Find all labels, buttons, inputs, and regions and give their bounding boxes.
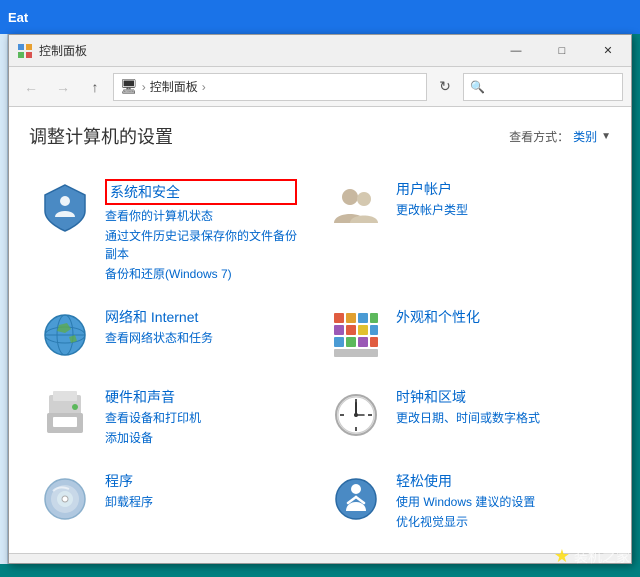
- maximize-button[interactable]: □: [539, 35, 585, 67]
- category-appearance: 外观和个性化: [320, 295, 611, 375]
- ease-access-sub2[interactable]: 优化视觉显示: [396, 513, 535, 531]
- ease-access-icon: [328, 471, 384, 527]
- view-mode-value[interactable]: 类别: [573, 128, 597, 145]
- system-security-sub1[interactable]: 查看你的计算机状态: [105, 207, 297, 225]
- path-icon: 🖥: [120, 78, 138, 95]
- programs-sub1[interactable]: 卸载程序: [105, 493, 153, 511]
- network-icon: [37, 307, 93, 363]
- programs-info: 程序 卸载程序: [105, 471, 153, 511]
- network-info: 网络和 Internet 查看网络状态和任务: [105, 307, 213, 347]
- programs-icon: [37, 471, 93, 527]
- category-hardware: 硬件和声音 查看设备和打印机 添加设备: [29, 375, 320, 459]
- watermark: ★ 装机之家: [554, 546, 630, 567]
- user-accounts-title[interactable]: 用户帐户: [396, 179, 468, 199]
- title-text: 控制面板: [39, 42, 87, 59]
- appearance-icon: [328, 307, 384, 363]
- path-separator: ›: [142, 80, 146, 94]
- search-box[interactable]: 🔍: [463, 73, 623, 101]
- user-accounts-icon: [328, 179, 384, 235]
- ease-access-sub1[interactable]: 使用 Windows 建议的设置: [396, 493, 535, 511]
- hardware-icon: [37, 387, 93, 443]
- view-mode-label: 查看方式：: [509, 128, 569, 145]
- forward-button[interactable]: →: [49, 73, 77, 101]
- minimize-button[interactable]: —: [493, 35, 539, 67]
- ease-access-info: 轻松使用 使用 Windows 建议的设置 优化视觉显示: [396, 471, 535, 531]
- category-ease-access: 轻松使用 使用 Windows 建议的设置 优化视觉显示: [320, 459, 611, 543]
- user-accounts-info: 用户帐户 更改帐户类型: [396, 179, 468, 219]
- category-system-security: 系统和安全 查看你的计算机状态 通过文件历史记录保存你的文件备份副本 备份和还原…: [29, 167, 320, 295]
- appearance-title[interactable]: 外观和个性化: [396, 307, 480, 327]
- appearance-info: 外观和个性化: [396, 307, 480, 327]
- path-segment: 控制面板: [150, 78, 198, 95]
- left-sidebar: [0, 34, 8, 564]
- watermark-star: ★: [554, 546, 570, 567]
- refresh-button[interactable]: ↻: [431, 73, 459, 101]
- content-area: 调整计算机的设置 查看方式： 类别 ▼: [9, 107, 631, 563]
- window-icon: [17, 43, 33, 59]
- control-panel-window: 控制面板 — □ ✕ ← → ↑ 🖥 › 控制面板 › ↻ 🔍 调整计算机的设置…: [8, 34, 632, 564]
- network-sub1[interactable]: 查看网络状态和任务: [105, 329, 213, 347]
- title-bar: 控制面板 — □ ✕: [9, 35, 631, 67]
- content-header: 调整计算机的设置 查看方式： 类别 ▼: [9, 107, 631, 157]
- address-bar: ← → ↑ 🖥 › 控制面板 › ↻ 🔍: [9, 67, 631, 107]
- system-security-title[interactable]: 系统和安全: [105, 179, 297, 205]
- address-path[interactable]: 🖥 › 控制面板 ›: [113, 73, 427, 101]
- watermark-text: 装机之家: [574, 547, 630, 567]
- taskbar-top: Eat: [0, 0, 640, 34]
- clock-icon: [328, 387, 384, 443]
- taskbar-label: Eat: [8, 10, 28, 25]
- system-security-sub3[interactable]: 备份和还原(Windows 7): [105, 265, 297, 283]
- close-button[interactable]: ✕: [585, 35, 631, 67]
- clock-info: 时钟和区域 更改日期、时间或数字格式: [396, 387, 540, 427]
- system-security-info: 系统和安全 查看你的计算机状态 通过文件历史记录保存你的文件备份副本 备份和还原…: [105, 179, 297, 283]
- system-security-sub2[interactable]: 通过文件历史记录保存你的文件备份副本: [105, 227, 297, 263]
- category-grid: 系统和安全 查看你的计算机状态 通过文件历史记录保存你的文件备份副本 备份和还原…: [9, 157, 631, 553]
- view-dropdown-icon[interactable]: ▼: [601, 131, 611, 142]
- category-programs: 程序 卸载程序: [29, 459, 320, 543]
- search-icon: 🔍: [470, 80, 485, 94]
- hardware-sub2[interactable]: 添加设备: [105, 429, 201, 447]
- view-mode-selector: 查看方式： 类别 ▼: [509, 128, 611, 145]
- page-title: 调整计算机的设置: [29, 123, 173, 149]
- category-user-accounts: 用户帐户 更改帐户类型: [320, 167, 611, 295]
- category-network: 网络和 Internet 查看网络状态和任务: [29, 295, 320, 375]
- network-title[interactable]: 网络和 Internet: [105, 307, 213, 327]
- title-controls: — □ ✕: [493, 35, 631, 67]
- path-separator2: ›: [202, 80, 206, 94]
- up-button[interactable]: ↑: [81, 73, 109, 101]
- clock-title[interactable]: 时钟和区域: [396, 387, 540, 407]
- status-bar: [9, 553, 631, 563]
- back-button[interactable]: ←: [17, 73, 45, 101]
- hardware-info: 硬件和声音 查看设备和打印机 添加设备: [105, 387, 201, 447]
- hardware-title[interactable]: 硬件和声音: [105, 387, 201, 407]
- clock-sub1[interactable]: 更改日期、时间或数字格式: [396, 409, 540, 427]
- title-bar-left: 控制面板: [17, 42, 87, 59]
- user-accounts-sub1[interactable]: 更改帐户类型: [396, 201, 468, 219]
- category-clock: 时钟和区域 更改日期、时间或数字格式: [320, 375, 611, 459]
- programs-title[interactable]: 程序: [105, 471, 153, 491]
- ease-access-title[interactable]: 轻松使用: [396, 471, 535, 491]
- hardware-sub1[interactable]: 查看设备和打印机: [105, 409, 201, 427]
- system-security-icon: [37, 179, 93, 235]
